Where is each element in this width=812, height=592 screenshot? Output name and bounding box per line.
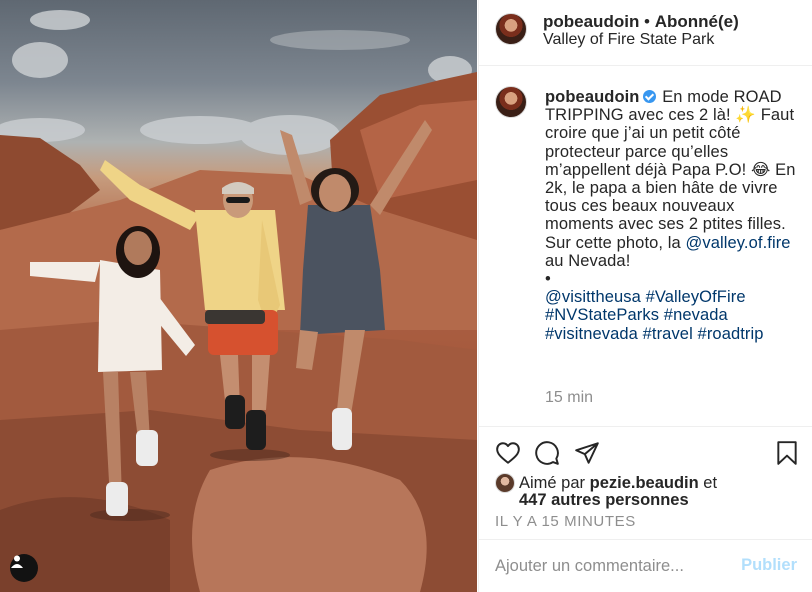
post-photo-illustration — [0, 10, 477, 592]
mention-link[interactable]: @visittheusa — [545, 288, 641, 306]
avatar[interactable] — [495, 13, 527, 45]
caption-body-2: au Nevada! — [545, 251, 631, 270]
mention-link[interactable]: @valley.of.fire — [686, 234, 791, 252]
likes-connector: et — [698, 474, 718, 492]
likes-prefix: Aimé par — [519, 474, 590, 492]
caption-avatar[interactable] — [495, 86, 527, 118]
actions-section: Aimé par pezie.beaudin et 447 autres per… — [479, 426, 812, 539]
caption-section: pobeaudoin En mode ROAD TRIPPING avec ce… — [479, 67, 812, 425]
publish-button[interactable]: Publier — [741, 556, 797, 575]
likes-row: Aimé par pezie.beaudin et — [495, 473, 717, 493]
likes-others-link[interactable]: 447 autres personnes — [519, 491, 689, 510]
post-photo[interactable] — [0, 0, 477, 592]
heart-icon[interactable] — [495, 440, 521, 466]
hashtag-link[interactable]: #nevada — [664, 306, 728, 324]
bookmark-icon[interactable] — [774, 440, 800, 466]
header-user-line: pobeaudoin • Abonné(e) — [543, 12, 739, 32]
share-icon[interactable] — [574, 440, 600, 466]
comment-input[interactable] — [495, 553, 727, 579]
liker-avatar[interactable] — [495, 473, 515, 493]
bullet: • — [545, 270, 551, 289]
verified-badge-icon — [642, 90, 656, 103]
caption-body-1: En mode ROAD TRIPPING avec ces 2 là! ✨ F… — [545, 88, 796, 252]
likes-text: Aimé par pezie.beaudin et — [519, 474, 717, 492]
caption-time[interactable]: 15 min — [545, 389, 593, 407]
hashtag-link[interactable]: #travel — [643, 325, 693, 343]
liker-username[interactable]: pezie.beaudin — [590, 474, 699, 492]
hashtag-link[interactable]: #roadtrip — [698, 325, 764, 343]
post-side-panel: pobeaudoin • Abonné(e) Valley of Fire St… — [478, 0, 812, 592]
hashtag-link[interactable]: #ValleyOfFire — [646, 288, 746, 306]
comment-icon[interactable] — [534, 440, 560, 466]
caption-username[interactable]: pobeaudoin — [545, 88, 640, 106]
follow-status[interactable]: Abonné(e) — [655, 12, 739, 31]
post-timestamp[interactable]: IL Y A 15 MINUTES — [495, 513, 636, 530]
user-tag-icon[interactable] — [10, 554, 38, 582]
location-link[interactable]: Valley of Fire State Park — [543, 30, 714, 50]
hashtag-link[interactable]: #visitnevada — [545, 325, 638, 343]
caption-text: pobeaudoin En mode ROAD TRIPPING avec ce… — [545, 88, 807, 343]
post-header: pobeaudoin • Abonné(e) Valley of Fire St… — [479, 0, 812, 66]
username-link[interactable]: pobeaudoin — [543, 12, 639, 31]
hashtag-link[interactable]: #NVStateParks — [545, 306, 659, 324]
separator: • — [639, 12, 655, 31]
comment-bar: Publier — [479, 539, 812, 592]
